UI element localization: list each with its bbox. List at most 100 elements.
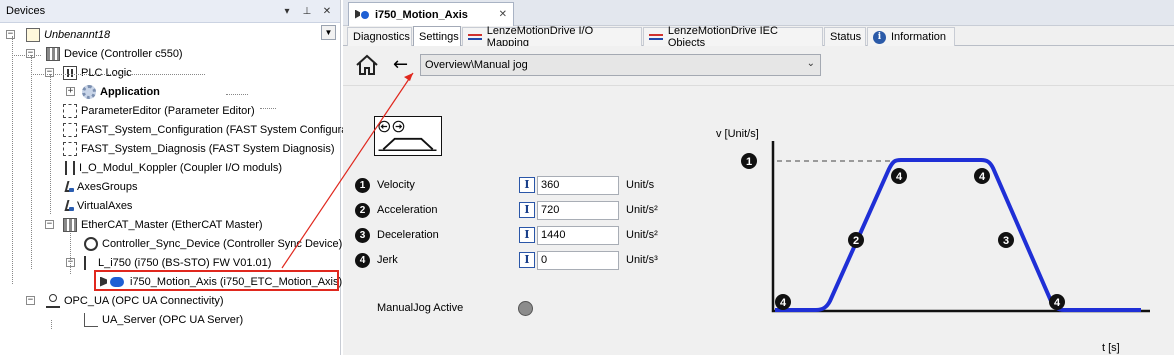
document-tab-motion-axis[interactable]: i750_Motion_Axis ✕ (348, 2, 514, 26)
dashed-box-icon (63, 141, 77, 156)
tree-item-label: Controller_Sync_Device (Controller Sync … (102, 237, 343, 250)
tree-dropdown-button[interactable]: ▼ (321, 25, 336, 40)
tree-item-device[interactable]: Device (Controller c550) (46, 44, 183, 63)
tab-label: Status (830, 31, 862, 43)
close-icon[interactable]: ✕ (320, 6, 334, 17)
navigation-path-value: Overview\Manual jog (425, 59, 528, 71)
tree-connector-line (226, 94, 248, 95)
navigation-path-dropdown[interactable]: Overview\Manual jog ⌄ (420, 54, 821, 76)
tree-item-virtual_axes[interactable]: VirtualAxes (63, 196, 132, 215)
graph-marker-label: 3 (1003, 235, 1009, 247)
tree-item-application[interactable]: Application (82, 82, 160, 101)
acceleration-label: Acceleration (377, 204, 438, 216)
devices-panel: Devices ▾ ⊥ ✕ ▼ − Unbenannt18 − Device (Con… (0, 0, 347, 355)
tree-item-label: PLC Logic (81, 66, 132, 79)
tab-iec-objects[interactable]: LenzeMotionDrive IEC Objects (643, 25, 823, 49)
tab-diagnostics[interactable]: Diagnostics (347, 27, 412, 46)
tree-item-label: I_O_Modul_Koppler (Coupler I/O moduls) (79, 161, 282, 174)
tree-connector-line (33, 74, 72, 75)
axis-icon (63, 180, 74, 194)
tree-item-label: ParameterEditor (Parameter Editor) (81, 104, 255, 117)
tree-item-project[interactable]: Unbenannt18 (26, 25, 110, 44)
tree-expander-opc_ua[interactable]: − (26, 296, 35, 305)
tree-item-opc_ua[interactable]: OPC_UA (OPC UA Connectivity) (46, 291, 224, 310)
graph-markers: 1 2 3 4 4 4 4 (741, 153, 1065, 310)
controller-icon (46, 46, 60, 61)
deceleration-unit: Unit/s² (626, 229, 658, 241)
tab-io-mapping[interactable]: LenzeMotionDrive I/O Mapping (462, 25, 642, 49)
drive-icon (84, 255, 94, 270)
tab-label: Diagnostics (353, 31, 410, 43)
sync-device-icon (84, 236, 98, 251)
tree-expander-application[interactable]: + (66, 87, 75, 96)
graph-marker-label: 4 (979, 171, 986, 183)
tree-item-label: FAST_System_Configuration (FAST System C… (81, 123, 348, 136)
tree-connector-line (31, 55, 32, 269)
graph-marker-label: 4 (1054, 297, 1061, 309)
panel-menu-icon[interactable]: ▾ (280, 6, 294, 17)
tree-item-ethercat[interactable]: EtherCAT_Master (EtherCAT Master) (63, 215, 263, 234)
tree-item-fast_diag[interactable]: FAST_System_Diagnosis (FAST System Diagn… (63, 139, 335, 158)
tree-connector-line (14, 55, 41, 56)
tree-item-io_koppler[interactable]: I_O_Modul_Koppler (Coupler I/O moduls) (63, 158, 282, 177)
tree-item-label: EtherCAT_Master (EtherCAT Master) (81, 218, 263, 231)
acceleration-input-mode-icon[interactable]: I (519, 202, 535, 218)
jerk-input-mode-icon[interactable]: I (519, 252, 535, 268)
tree-expander-project[interactable]: − (6, 30, 15, 39)
velocity-input-mode-icon[interactable]: I (519, 177, 535, 193)
pin-icon[interactable]: ⊥ (300, 6, 314, 17)
deceleration-input[interactable]: 1440 (537, 226, 619, 245)
devices-titlebar: Devices ▾ ⊥ ✕ (0, 0, 340, 23)
tab-close-icon[interactable]: ✕ (499, 9, 507, 20)
axis-icon (63, 199, 74, 213)
editor-area: i750_Motion_Axis ✕ Diagnostics Settings … (343, 0, 1174, 355)
tree-item-fast_cfg[interactable]: FAST_System_Configuration (FAST System C… (63, 120, 347, 139)
tree-connector-line (12, 36, 13, 284)
mapping-icon (649, 32, 663, 42)
settings-content: ← Overview\Manual jog ⌄ 1 Velocity I 360 Uni… (343, 46, 1174, 355)
plc-logic-icon (63, 65, 77, 80)
velocity-unit: Unit/s (626, 179, 655, 191)
io-module-icon (65, 160, 75, 175)
tree-item-label: FAST_System_Diagnosis (FAST System Diagn… (81, 142, 335, 155)
selection-highlight-box (94, 270, 339, 291)
dashed-box-icon (63, 103, 77, 118)
opc-ua-icon (46, 293, 60, 308)
tree-item-label: OPC_UA (OPC UA Connectivity) (64, 294, 224, 307)
tree-item-param_editor[interactable]: ParameterEditor (Parameter Editor) (63, 101, 255, 120)
tree-expander-ethercat[interactable]: − (45, 220, 54, 229)
tab-information[interactable]: i Information (867, 27, 955, 46)
project-icon (26, 27, 40, 42)
tab-status[interactable]: Status (824, 27, 866, 46)
graph-marker-label: 4 (896, 171, 903, 183)
tree-item-ua_server[interactable]: UA_Server (OPC UA Server) (84, 310, 243, 329)
graph-marker-label: 4 (780, 297, 787, 309)
document-tab-label: i750_Motion_Axis (375, 8, 468, 21)
tree-connector-line (70, 233, 71, 274)
number-badge-4: 4 (355, 253, 370, 268)
manual-jog-active-label: ManualJog Active (377, 302, 464, 314)
motion-profile-icon (374, 116, 442, 156)
tree-item-label: AxesGroups (77, 180, 138, 193)
tree-item-sync_device[interactable]: Controller_Sync_Device (Controller Sync … (84, 234, 342, 253)
manual-jog-status-led (518, 301, 533, 316)
home-icon[interactable] (355, 54, 379, 76)
tree-item-plc[interactable]: PLC Logic (63, 63, 132, 82)
tree-connector-line (72, 74, 205, 75)
tab-settings[interactable]: Settings (413, 26, 461, 46)
mapping-icon (468, 32, 482, 42)
velocity-curve (775, 158, 1141, 312)
acceleration-input[interactable]: 720 (537, 201, 619, 220)
velocity-input[interactable]: 360 (537, 176, 619, 195)
jerk-input[interactable]: 0 (537, 251, 619, 270)
graph-x-label: t [s] (1102, 342, 1120, 354)
back-arrow-icon[interactable]: ← (393, 56, 413, 76)
ethercat-icon (63, 217, 77, 232)
deceleration-label: Deceleration (377, 229, 439, 241)
settings-subtabs: Diagnostics Settings LenzeMotionDrive I/… (343, 25, 1174, 49)
tree-item-label: Application (100, 85, 160, 98)
deceleration-input-mode-icon[interactable]: I (519, 227, 535, 243)
tree-item-label: Unbenannt18 (44, 28, 111, 41)
graph-marker-label: 1 (746, 156, 752, 168)
tree-item-axes_groups[interactable]: AxesGroups (63, 177, 138, 196)
